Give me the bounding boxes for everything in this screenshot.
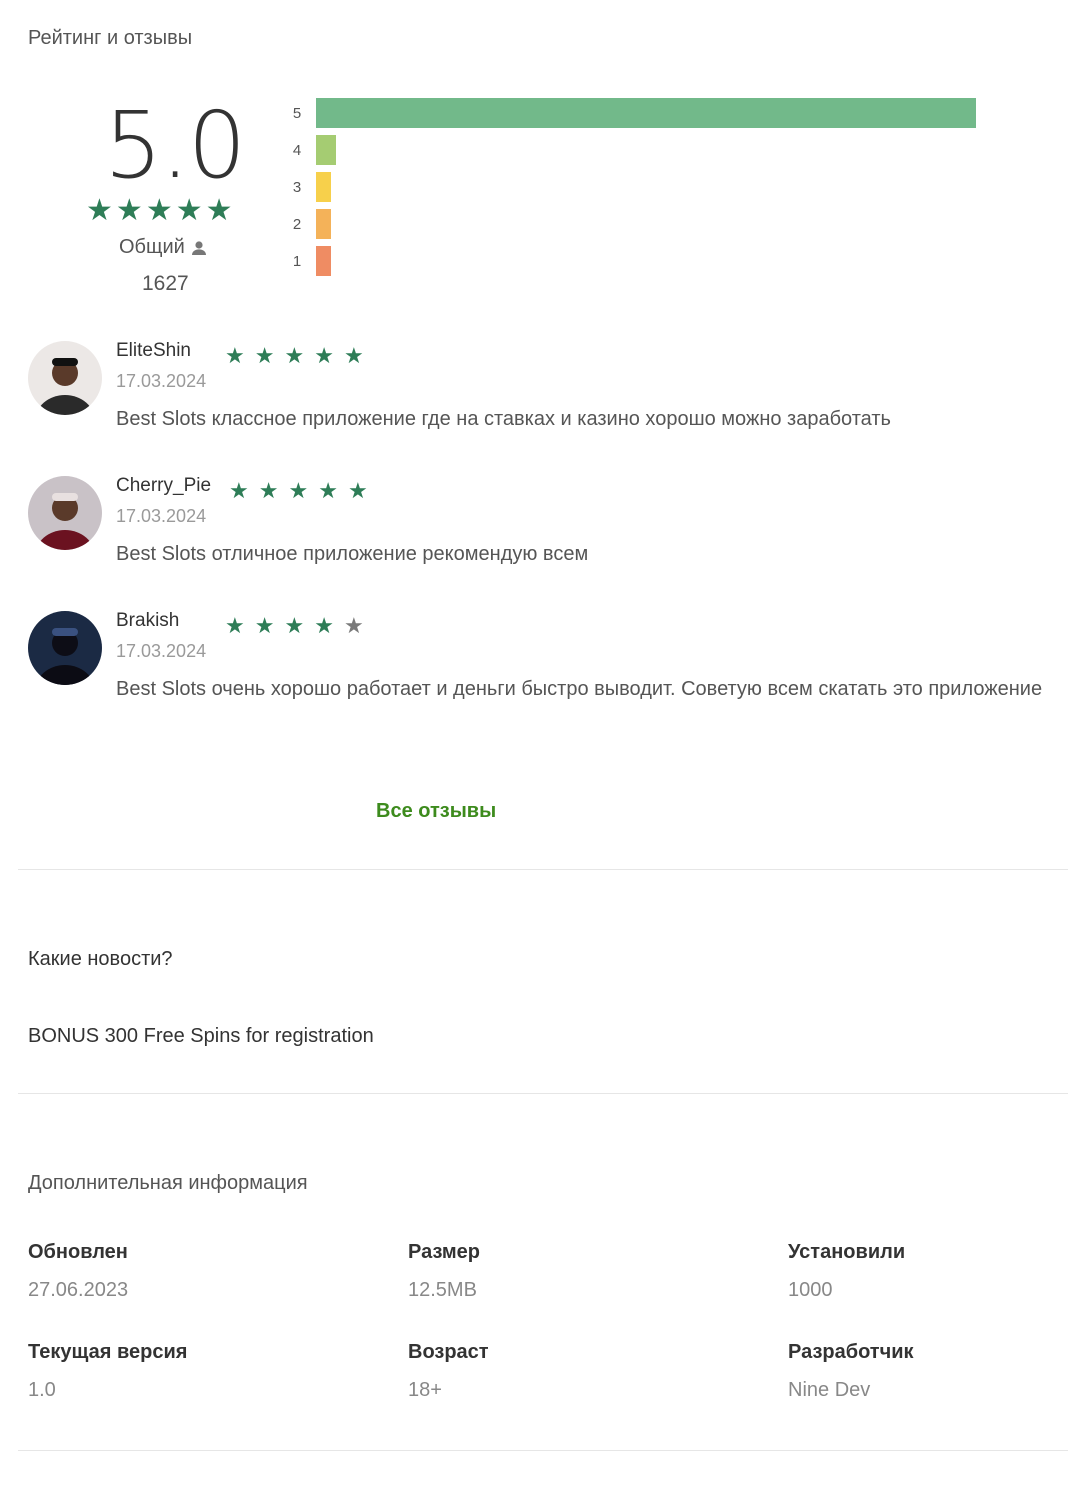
star-icon: ★	[229, 478, 259, 503]
avatar	[28, 341, 102, 415]
review-text: Best Slots классное приложение где на ст…	[116, 408, 891, 430]
reviewer-name: Brakish	[116, 610, 180, 631]
avatar	[28, 611, 102, 685]
star-icon: ★	[284, 343, 315, 368]
star-icon: ★	[258, 478, 289, 503]
histogram-row: 2	[290, 209, 331, 239]
star-icon: ★	[284, 613, 315, 638]
info-label: Размер	[408, 1241, 481, 1263]
info-label: Установили	[788, 1241, 906, 1263]
total-label: Общий	[119, 236, 185, 258]
histogram-row: 1	[290, 246, 331, 276]
total-count: 1627	[142, 272, 189, 295]
star-icon: ★	[145, 194, 176, 227]
histogram-label: 5	[292, 104, 302, 122]
review-date: 17.03.2024	[116, 371, 207, 391]
histogram-bar	[316, 135, 336, 165]
divider	[18, 1093, 1068, 1094]
histogram-row: 3	[290, 172, 331, 202]
histogram-bar	[316, 172, 331, 202]
review-date: 17.03.2024	[116, 641, 207, 661]
star-icon: ★	[314, 613, 344, 638]
star-icon: ★	[175, 194, 206, 227]
info-value: 1000	[788, 1279, 833, 1301]
review-stars: ★ ★ ★ ★ ★	[225, 613, 374, 639]
histogram-row: 5	[290, 98, 976, 128]
additional-info-title: Дополнительная информация	[28, 1172, 308, 1194]
info-label: Текущая версия	[28, 1341, 188, 1363]
star-icon: ★	[288, 478, 319, 503]
info-value: 18+	[408, 1379, 442, 1401]
histogram-row: 4	[290, 135, 336, 165]
histogram-bar	[316, 98, 976, 128]
star-icon: ★	[225, 343, 255, 368]
star-icon: ★	[343, 343, 374, 368]
all-reviews-link[interactable]: Все отзывы	[376, 800, 496, 823]
star-icon: ★	[254, 343, 285, 368]
rating-section-title: Рейтинг и отзывы	[28, 27, 193, 49]
star-icon: ★	[343, 613, 374, 638]
star-icon: ★	[254, 613, 285, 638]
star-icon: ★	[86, 194, 116, 227]
review-stars: ★ ★ ★ ★ ★	[225, 343, 374, 369]
histogram-label: 4	[292, 141, 302, 159]
avatar	[28, 476, 102, 550]
average-score: 5.0	[104, 92, 246, 199]
average-stars: ★ ★ ★ ★ ★	[86, 193, 236, 228]
info-label: Возраст	[408, 1341, 489, 1363]
review-date: 17.03.2024	[116, 506, 207, 526]
total-label-row: Общий	[119, 236, 207, 259]
review-text: Best Slots очень хорошо работает и деньг…	[116, 678, 1043, 700]
star-icon: ★	[347, 478, 378, 503]
review-text: Best Slots отличное приложение рекоменду…	[116, 543, 589, 565]
info-value: 12.5MB	[408, 1279, 477, 1301]
star-icon: ★	[205, 194, 236, 227]
info-label: Обновлен	[28, 1241, 128, 1263]
info-value: 27.06.2023	[28, 1279, 129, 1301]
histogram-label: 2	[292, 215, 302, 233]
star-icon: ★	[314, 343, 344, 368]
whats-new-title: Какие новости?	[28, 948, 173, 970]
info-value: Nine Dev	[788, 1379, 871, 1401]
divider	[18, 869, 1068, 870]
review-stars: ★ ★ ★ ★ ★	[229, 478, 378, 504]
histogram-bar	[316, 246, 331, 276]
reviewer-name: Cherry_Pie	[116, 475, 212, 496]
histogram-bar	[316, 209, 331, 239]
star-icon: ★	[318, 478, 348, 503]
person-icon	[191, 240, 206, 255]
info-value: 1.0	[28, 1379, 56, 1401]
star-icon: ★	[225, 613, 255, 638]
histogram-label: 3	[292, 178, 302, 196]
star-icon: ★	[115, 194, 146, 227]
info-label: Разработчик	[788, 1341, 914, 1363]
whats-new-text: BONUS 300 Free Spins for registration	[28, 1025, 374, 1047]
reviewer-name: EliteShin	[116, 340, 191, 361]
histogram-label: 1	[292, 252, 302, 270]
divider	[18, 1450, 1068, 1451]
